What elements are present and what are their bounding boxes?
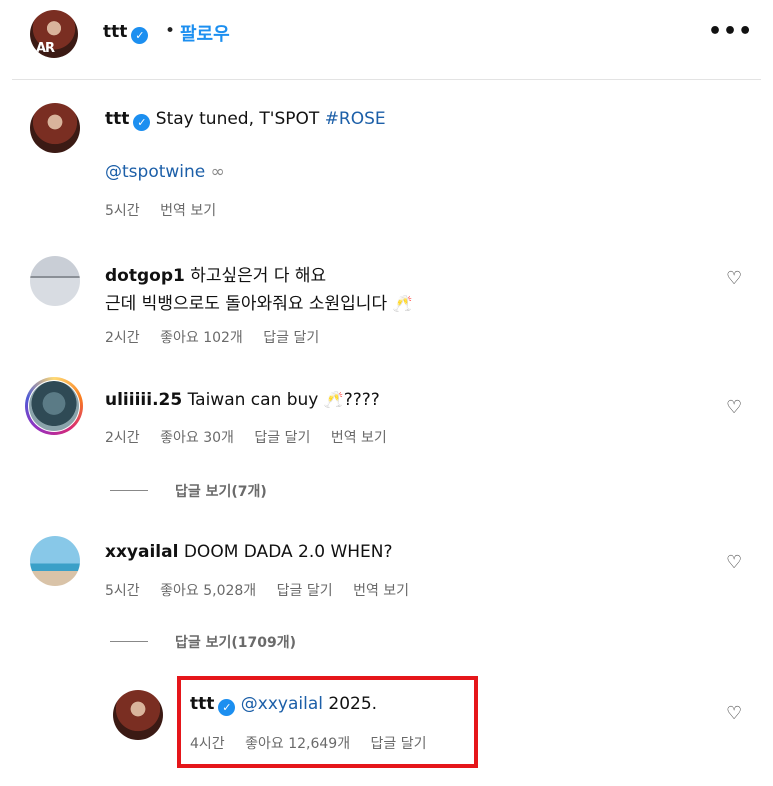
more-options-icon[interactable]: ••• <box>708 19 753 44</box>
comment-text: Taiwan can buy <box>187 390 319 410</box>
comment-reply-button[interactable]: 답글 달기 <box>263 330 319 346</box>
comment-translate-link[interactable]: 번역 보기 <box>331 430 387 446</box>
comment-time: 5시간 <box>105 583 140 599</box>
caption-avatar[interactable] <box>30 103 80 153</box>
comment-reply-button[interactable]: 답글 달기 <box>277 583 333 599</box>
comment-time: 2시간 <box>105 430 140 446</box>
comment-username[interactable]: uliiiii.25 <box>105 390 182 410</box>
caption-mention[interactable]: @tspotwine <box>105 162 205 182</box>
caption-line: ttt ✓ Stay tuned, T'SPOT #ROSE <box>105 109 386 131</box>
view-replies-button[interactable]: 답글 보기(7개) <box>175 481 267 501</box>
infinity-icon: ∞ <box>210 162 225 182</box>
author-username-text[interactable]: ttt <box>103 22 127 42</box>
like-heart-icon[interactable]: ♡ <box>726 268 742 289</box>
comment-username[interactable]: xxyailal <box>105 542 178 562</box>
comment-time: 2시간 <box>105 330 140 346</box>
author-username[interactable]: ttt ✓ <box>103 22 149 44</box>
view-replies-button[interactable]: 답글 보기(1709개) <box>175 632 296 652</box>
like-heart-icon[interactable]: ♡ <box>726 552 742 573</box>
champagne-emoji-icon: 🥂 <box>392 294 413 313</box>
comment-text-2: 근데 빅뱅으로도 돌아와줘요 소원입니다 <box>105 294 388 314</box>
caption-hashtag[interactable]: #ROSE <box>325 109 386 129</box>
comment-likes[interactable]: 좋아요 102개 <box>160 330 243 346</box>
comment-username[interactable]: dotgop1 <box>105 266 185 286</box>
header-divider <box>12 79 761 80</box>
caption-text: Stay tuned, T'SPOT <box>155 109 320 129</box>
comment-line-2: 근데 빅뱅으로도 돌아와줘요 소원입니다 🥂 <box>105 289 412 314</box>
comment-avatar-xxyailal[interactable] <box>30 536 80 586</box>
replies-divider <box>110 641 148 642</box>
comment-reply-button[interactable]: 답글 달기 <box>254 430 310 446</box>
comment-line: xxyailal DOOM DADA 2.0 WHEN? <box>105 542 393 562</box>
comment-translate-link[interactable]: 번역 보기 <box>353 583 409 599</box>
verified-badge-icon: ✓ <box>133 114 151 131</box>
verified-badge-icon: ✓ <box>131 27 149 44</box>
comment-line-1: dotgop1 하고싶은거 다 해요 <box>105 261 326 286</box>
like-heart-icon[interactable]: ♡ <box>726 703 742 724</box>
comment-likes[interactable]: 좋아요 5,028개 <box>160 583 256 599</box>
comment-avatar-dotgop1[interactable] <box>30 256 80 306</box>
champagne-emoji-icon: 🥂 <box>323 390 344 409</box>
highlight-box <box>177 676 478 768</box>
replies-divider <box>110 490 148 491</box>
comment-text-suffix: ???? <box>343 390 380 410</box>
separator-dot: • <box>165 21 176 41</box>
post-header: AR ttt ✓ • 팔로우 ••• <box>0 0 773 80</box>
comment-meta: 2시간 좋아요 30개 답글 달기 번역 보기 <box>105 427 403 447</box>
caption-mention-line: @tspotwine ∞ <box>105 162 225 182</box>
follow-button[interactable]: 팔로우 <box>180 20 230 46</box>
reply-avatar[interactable] <box>113 690 163 740</box>
comment-text: 하고싶은거 다 해요 <box>190 266 327 286</box>
like-heart-icon[interactable]: ♡ <box>726 397 742 418</box>
comment-meta: 2시간 좋아요 102개 답글 달기 <box>105 327 335 347</box>
comment-text: DOOM DADA 2.0 WHEN? <box>183 542 393 562</box>
caption-time: 5시간 <box>105 203 140 219</box>
author-avatar[interactable]: AR <box>30 10 78 58</box>
comment-meta: 5시간 좋아요 5,028개 답글 달기 번역 보기 <box>105 580 425 600</box>
caption-username[interactable]: ttt <box>105 109 129 129</box>
comment-avatar-uliiiii[interactable] <box>29 381 79 431</box>
caption-meta: 5시간 번역 보기 <box>105 200 232 220</box>
avatar-text: AR <box>36 41 55 56</box>
comment-likes[interactable]: 좋아요 30개 <box>160 430 234 446</box>
comment-line: uliiiii.25 Taiwan can buy 🥂???? <box>105 390 380 410</box>
caption-translate-link[interactable]: 번역 보기 <box>160 203 216 219</box>
